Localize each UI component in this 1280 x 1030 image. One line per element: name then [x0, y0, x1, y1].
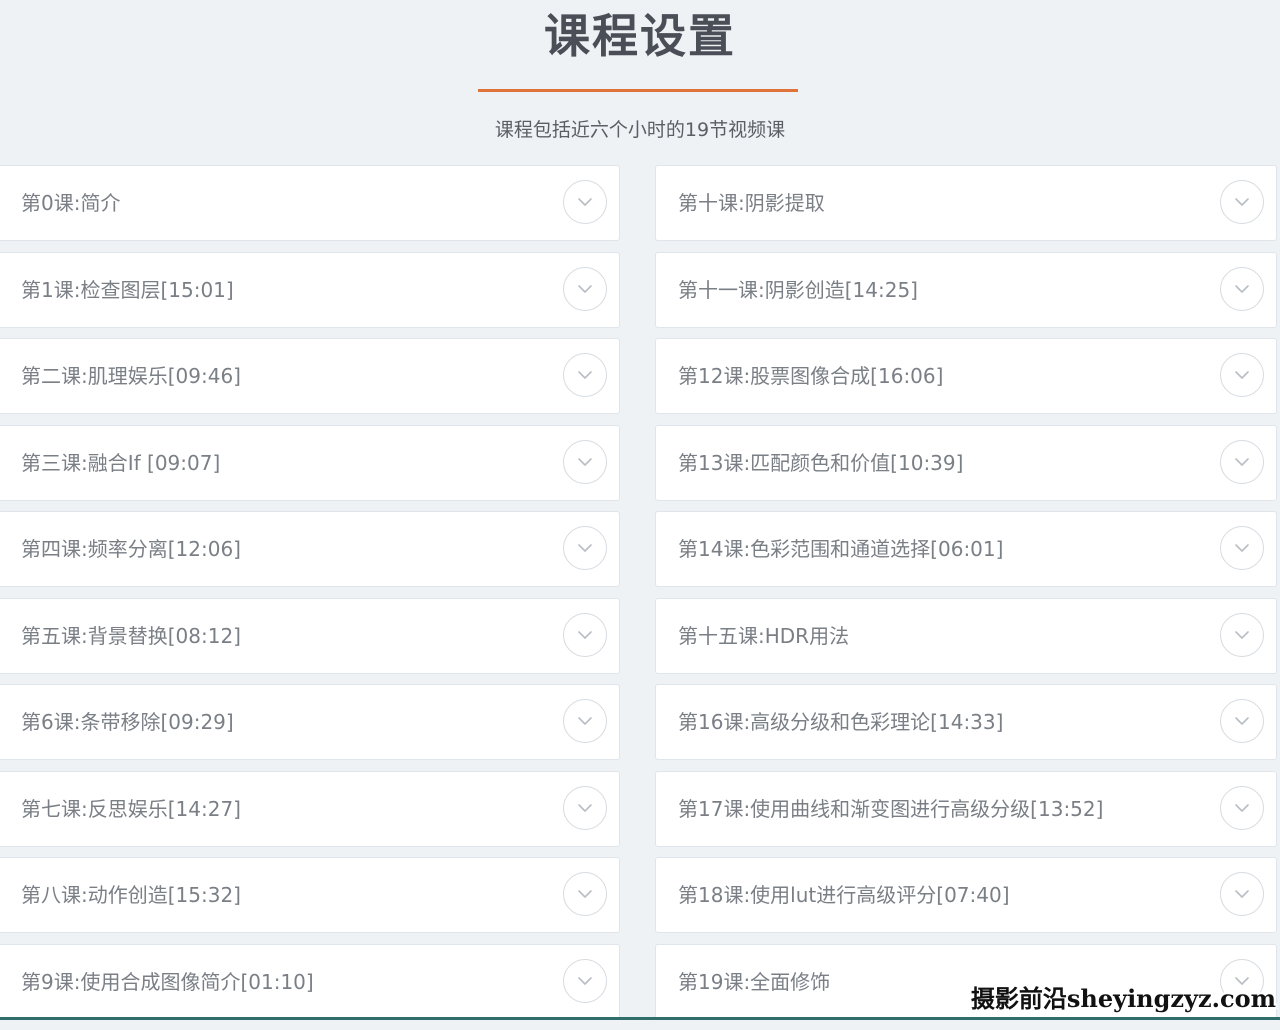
lesson-item[interactable]: 第14课:色彩范围和通道选择[06:01]	[655, 511, 1277, 587]
page-title: 课程设置	[544, 9, 736, 63]
watermark: 摄影前沿sheyingzyz.com	[970, 984, 1276, 1013]
chevron-down-icon	[578, 803, 592, 812]
expand-button[interactable]	[1220, 699, 1264, 743]
lesson-label: 第八课:动作创造[15:32]	[21, 883, 241, 907]
lesson-label: 第17课:使用曲线和渐变图进行高级分级[13:52]	[678, 796, 1104, 821]
expand-button[interactable]	[1220, 266, 1264, 311]
lesson-item[interactable]: 第6课:条带移除[09:29]	[0, 684, 620, 760]
lesson-label: 第9课:使用合成图像简介[01:10]	[21, 969, 314, 994]
lesson-label: 第16课:高级分级和色彩理论[14:33]	[678, 710, 1004, 734]
chevron-down-icon	[1235, 457, 1249, 466]
lesson-label: 第12课:股票图像合成[16:06]	[678, 364, 944, 388]
lesson-label: 第五课:背景替换[08:12]	[21, 623, 241, 648]
expand-button[interactable]	[1220, 353, 1264, 397]
expand-button[interactable]	[1220, 526, 1264, 570]
expand-button[interactable]	[563, 266, 607, 311]
chevron-down-icon	[578, 717, 592, 725]
expand-button[interactable]	[563, 612, 607, 657]
lesson-item[interactable]: 第十五课:HDR用法	[655, 597, 1277, 674]
chevron-down-icon	[1235, 803, 1249, 812]
chevron-down-icon	[578, 544, 592, 552]
lesson-label: 第0课:简介	[21, 191, 121, 215]
lesson-item[interactable]: 第18课:使用lut进行高级评分[07:40]	[655, 857, 1277, 933]
chevron-down-icon	[578, 976, 592, 985]
expand-button[interactable]	[1220, 612, 1264, 657]
lesson-list-right: 第十课:阴影提取第十一课:阴影创造[14:25] 第12课:股票图像合成[16:0…	[655, 165, 1277, 1030]
expand-button[interactable]	[1220, 180, 1264, 224]
lesson-label: 第6课:条带移除[09:29]	[21, 710, 234, 734]
chevron-down-icon	[1235, 198, 1249, 206]
lesson-item[interactable]: 第十课:阴影提取	[655, 165, 1277, 241]
lesson-label: 第十五课:HDR用法	[678, 623, 850, 648]
lesson-label: 第1课:检查图层[15:01]	[21, 277, 234, 302]
page-subtitle: 课程包括近六个小时的19节视频课	[494, 119, 786, 141]
lesson-item[interactable]: 第12课:股票图像合成[16:06]	[655, 338, 1277, 414]
chevron-down-icon	[1235, 717, 1249, 725]
lesson-label: 第四课:频率分离[12:06]	[21, 537, 241, 561]
lesson-item[interactable]: 第七课:反思娱乐[14:27]	[0, 770, 620, 847]
expand-button[interactable]	[563, 526, 607, 570]
lesson-label: 第二课:肌理娱乐[09:46]	[21, 364, 241, 388]
lesson-item[interactable]: 第13课:匹配颜色和价值[10:39]	[655, 424, 1277, 501]
chevron-down-icon	[578, 890, 592, 898]
chevron-down-icon	[578, 630, 592, 639]
expand-button[interactable]	[1220, 439, 1264, 484]
lesson-label: 第十课:阴影提取	[678, 191, 825, 215]
expand-button[interactable]	[563, 353, 607, 397]
chevron-down-icon	[578, 284, 592, 293]
expand-button[interactable]	[563, 180, 607, 224]
chevron-down-icon	[578, 371, 592, 379]
lesson-label: 第13课:匹配颜色和价值[10:39]	[678, 450, 964, 475]
chevron-down-icon	[1235, 371, 1249, 379]
title-underline	[478, 89, 798, 92]
lesson-list-left: 第0课:简介第1课:检查图层[15:01] 第二课:肌理娱乐[09:46] 第三课:…	[0, 165, 620, 1030]
expand-button[interactable]	[563, 699, 607, 743]
lesson-item[interactable]: 第16课:高级分级和色彩理论[14:33]	[655, 684, 1277, 760]
expand-button[interactable]	[1220, 872, 1264, 916]
chevron-down-icon	[1235, 890, 1249, 898]
chevron-down-icon	[578, 457, 592, 466]
lesson-label: 第十一课:阴影创造[14:25]	[678, 277, 918, 302]
expand-button[interactable]	[563, 785, 607, 830]
lesson-label: 第14课:色彩范围和通道选择[06:01]	[678, 537, 1004, 561]
lesson-item[interactable]: 第八课:动作创造[15:32]	[0, 857, 620, 933]
expand-button[interactable]	[563, 872, 607, 916]
lesson-label: 第18课:使用lut进行高级评分[07:40]	[678, 883, 1010, 907]
lesson-item[interactable]: 第0课:简介	[0, 165, 620, 241]
lesson-item[interactable]: 第四课:频率分离[12:06]	[0, 511, 620, 587]
expand-button[interactable]	[1220, 785, 1264, 830]
lesson-item[interactable]: 第十一课:阴影创造[14:25]	[655, 251, 1277, 328]
lesson-item[interactable]: 第二课:肌理娱乐[09:46]	[0, 338, 620, 414]
chevron-down-icon	[1235, 544, 1249, 552]
chevron-down-icon	[1235, 284, 1249, 293]
expand-button[interactable]	[563, 439, 607, 484]
lesson-item[interactable]: 第9课:使用合成图像简介[01:10]	[0, 943, 620, 1020]
lesson-item[interactable]: 第1课:检查图层[15:01]	[0, 251, 620, 328]
lesson-label: 第七课:反思娱乐[14:27]	[21, 796, 241, 821]
lesson-item[interactable]: 第17课:使用曲线和渐变图进行高级分级[13:52]	[655, 770, 1277, 847]
lesson-label: 第19课:全面修饰	[678, 969, 831, 994]
chevron-down-icon	[1235, 630, 1249, 639]
lesson-label: 第三课:融合If [09:07]	[21, 450, 221, 475]
lesson-item[interactable]: 第三课:融合If [09:07]	[0, 424, 620, 501]
lesson-item[interactable]: 第五课:背景替换[08:12]	[0, 597, 620, 674]
expand-button[interactable]	[563, 958, 607, 1003]
chevron-down-icon	[578, 198, 592, 206]
